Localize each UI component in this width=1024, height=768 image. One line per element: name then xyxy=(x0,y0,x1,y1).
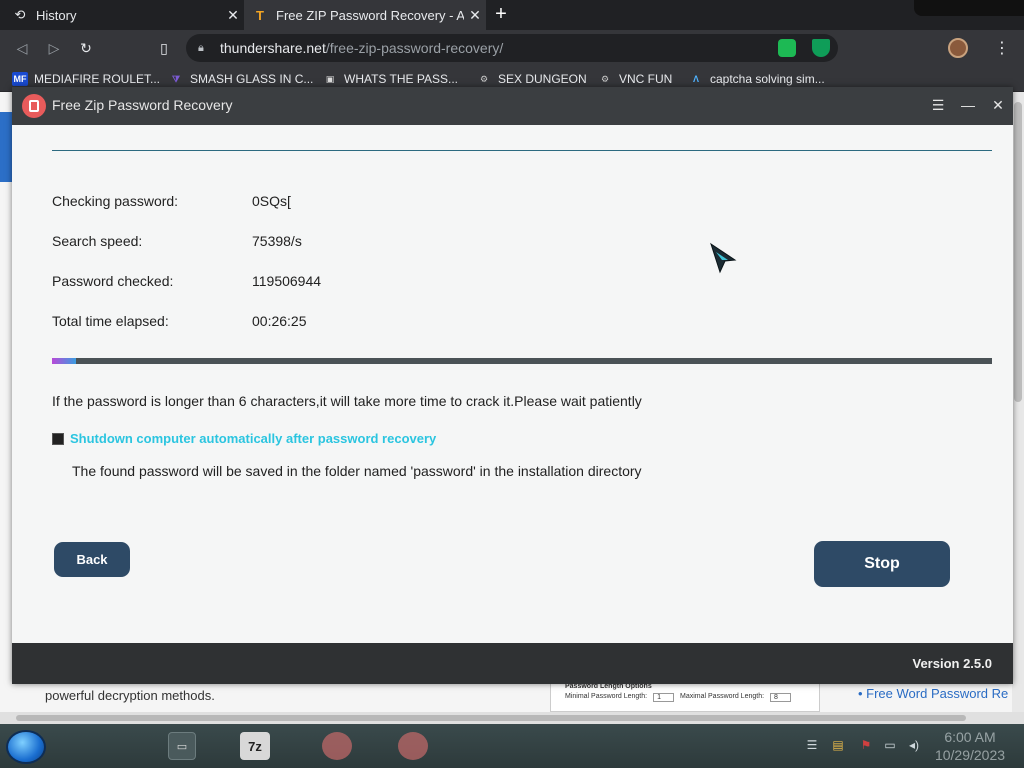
image-min-label: Minimal Password Length: xyxy=(565,693,648,700)
browser-menu-icon[interactable]: ⋮ xyxy=(994,38,1010,58)
close-tab-icon[interactable]: ✕ xyxy=(464,7,486,24)
progress-bar xyxy=(52,358,992,364)
shield-extension-icon[interactable] xyxy=(812,39,830,57)
stop-button[interactable]: Stop xyxy=(814,541,950,587)
tab-history[interactable]: ⟲ History ✕ xyxy=(0,0,244,30)
clock-date: 10/29/2023 xyxy=(934,747,1006,763)
save-location-note: The found password will be saved in the … xyxy=(72,463,642,479)
shutdown-checkbox[interactable] xyxy=(52,432,64,445)
bookmark-star-icon[interactable]: ▯ xyxy=(154,38,174,58)
bookmark-label: MEDIAFIRE ROULET... xyxy=(34,72,161,86)
image-max-value: 8 xyxy=(770,693,791,702)
minimize-icon[interactable]: — xyxy=(958,95,978,115)
7zip-icon[interactable]: 7z xyxy=(240,732,270,760)
url-host: thundershare.net xyxy=(220,40,326,56)
info-label: Password checked: xyxy=(52,273,174,289)
scrollbar-thumb[interactable] xyxy=(16,715,966,721)
vertical-scrollbar[interactable] xyxy=(1012,92,1024,712)
page-screenshot-image: Password Length Options Minimal Password… xyxy=(550,680,820,712)
history-icon: ⟲ xyxy=(14,7,26,22)
tab-thundershare[interactable]: T Free ZIP Password Recovery - A sc ✕ xyxy=(244,0,486,30)
scrollbar-thumb[interactable] xyxy=(1014,102,1022,402)
volume-icon[interactable]: ◂) xyxy=(906,738,922,754)
zip-recovery-window: Free Zip Password Recovery ☰ — ✕ Checkin… xyxy=(12,87,1013,684)
lock-icon: 🔒︎ xyxy=(198,41,204,54)
bookmark-item[interactable]: ▣ WHATS THE PASS... xyxy=(322,70,458,88)
image-min-value: 1 xyxy=(653,693,674,702)
info-label: Total time elapsed: xyxy=(52,313,169,329)
gear-icon: ⚙ xyxy=(600,73,610,84)
profile-avatar[interactable] xyxy=(948,38,968,58)
bookmark-label: SMASH GLASS IN C... xyxy=(190,72,314,86)
mediafire-icon: MF xyxy=(12,72,28,86)
info-value: 75398/s xyxy=(252,233,302,249)
menu-icon[interactable]: ☰ xyxy=(928,95,948,115)
shutdown-checkbox-row[interactable]: Shutdown computer automatically after pa… xyxy=(52,431,436,446)
info-value: 119506944 xyxy=(252,273,322,289)
visual-studio-icon: ⧩ xyxy=(171,73,181,84)
close-tab-icon[interactable]: ✕ xyxy=(222,7,244,24)
forward-arrow-icon[interactable]: ▷ xyxy=(44,38,64,58)
url-path: /free-zip-password-recovery/ xyxy=(325,40,504,56)
bookmark-label: captcha solving sim... xyxy=(710,72,825,86)
bookmark-item[interactable]: ⚙ VNC FUN xyxy=(597,70,672,88)
tray-icon[interactable]: ☰ xyxy=(804,738,820,754)
image-caption: Password Length Options xyxy=(565,683,652,690)
clock-time: 6:00 AM xyxy=(944,729,996,745)
version-label: Version 2.5.0 xyxy=(912,656,993,671)
browser-toolbar: ◁ ▷ ↻ ▯ 🔒︎ thundershare.net/free-zip-pas… xyxy=(0,30,1024,66)
info-value: 0SQs[ xyxy=(252,193,291,209)
bookmark-item[interactable]: ⧩ SMASH GLASS IN C... xyxy=(168,70,313,88)
back-arrow-icon[interactable]: ◁ xyxy=(12,38,32,58)
shutdown-checkbox-label[interactable]: Shutdown computer automatically after pa… xyxy=(70,431,436,446)
mouse-cursor-icon xyxy=(710,242,737,274)
browser-tab-bar: ⟲ History ✕ T Free ZIP Password Recovery… xyxy=(0,0,1024,30)
zip-recovery-icon[interactable] xyxy=(322,732,352,760)
back-button[interactable]: Back xyxy=(54,542,130,577)
tray-notes-icon[interactable]: ▤ xyxy=(830,738,846,754)
tab-thundershare-label: Free ZIP Password Recovery - A sc xyxy=(276,7,464,23)
close-icon[interactable]: ✕ xyxy=(988,95,1008,115)
bookmark-item[interactable]: MF MEDIAFIRE ROULET... xyxy=(12,70,160,88)
page-text: powerful decryption methods. xyxy=(45,688,215,703)
info-label: Checking password: xyxy=(52,193,179,209)
info-value: 00:26:25 xyxy=(252,313,307,329)
zip-recovery-icon-2[interactable] xyxy=(398,732,428,760)
tray-flag-icon[interactable]: ⚑ xyxy=(858,738,874,754)
bookmark-item[interactable]: ⚙ SEX DUNGEON xyxy=(476,70,587,88)
arch-icon: Λ xyxy=(692,74,699,84)
thundershare-icon: T xyxy=(256,7,264,23)
new-tab-button[interactable]: + xyxy=(490,4,512,26)
wait-note: If the password is longer than 6 charact… xyxy=(52,393,642,409)
page-accent-bar xyxy=(0,112,12,182)
horizontal-scrollbar[interactable] xyxy=(0,712,1024,724)
explorer-icon[interactable]: ▭ xyxy=(168,732,196,760)
app-logo-icon xyxy=(22,94,46,118)
bookmark-label: SEX DUNGEON xyxy=(498,72,587,86)
app-footer: Version 2.5.0 xyxy=(12,643,1013,684)
extension-icon[interactable] xyxy=(778,39,796,57)
start-button[interactable] xyxy=(6,730,46,764)
info-label: Search speed: xyxy=(52,233,143,249)
window-controls xyxy=(914,0,1024,16)
tab-history-label: History xyxy=(36,7,77,23)
bookmark-label: VNC FUN xyxy=(619,72,673,86)
gear-icon: ⚙ xyxy=(479,73,489,84)
address-bar[interactable]: 🔒︎ thundershare.net/free-zip-password-re… xyxy=(186,34,838,62)
image-max-label: Maximal Password Length: xyxy=(680,693,765,700)
section-divider xyxy=(52,150,992,151)
bookmark-icon: ▣ xyxy=(325,73,335,84)
taskbar: ▭ 7z ☰ ▤ ⚑ ▭ ◂) 6:00 AM 10/29/2023 xyxy=(0,724,1024,768)
bookmark-item[interactable]: Λ captcha solving sim... xyxy=(688,70,825,88)
bookmark-label: WHATS THE PASS... xyxy=(344,72,459,86)
app-title: Free Zip Password Recovery xyxy=(52,97,233,113)
reload-icon[interactable]: ↻ xyxy=(76,38,96,58)
app-titlebar: Free Zip Password Recovery ☰ — ✕ xyxy=(12,87,1013,125)
system-clock[interactable]: 6:00 AM 10/29/2023 xyxy=(930,728,1010,764)
progress-fill xyxy=(52,358,77,364)
network-icon[interactable]: ▭ xyxy=(882,738,898,754)
page-link[interactable]: • Free Word Password Re xyxy=(858,686,1008,701)
